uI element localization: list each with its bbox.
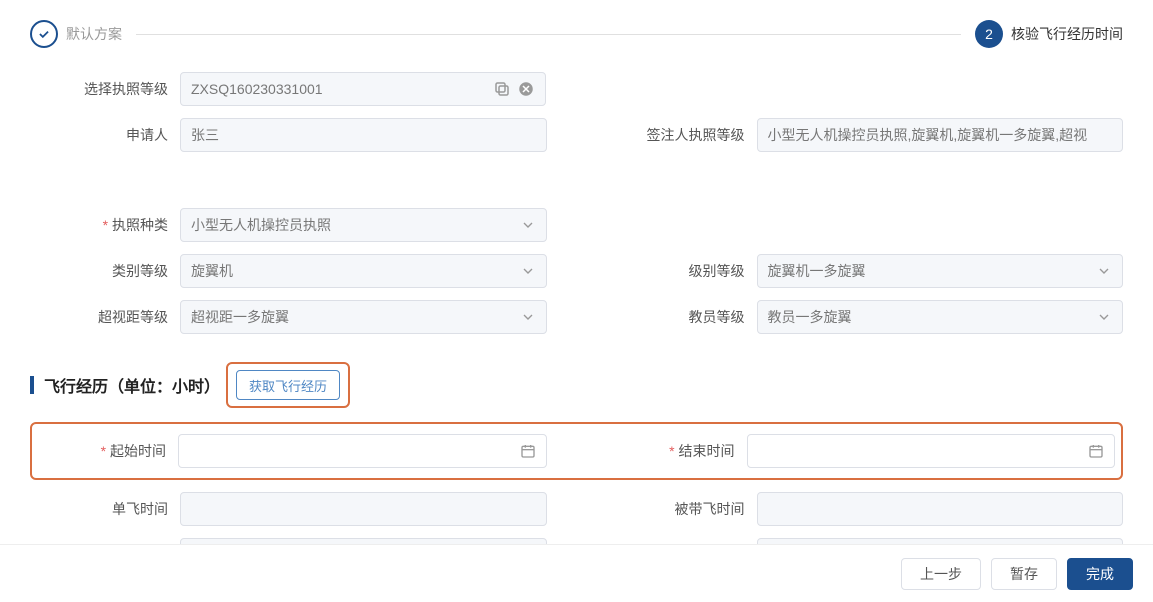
fetch-flight-button[interactable]: 获取飞行经历 <box>236 370 340 400</box>
calendar-icon <box>1088 443 1104 459</box>
led-input <box>757 492 1124 526</box>
flight-section-title: 飞行经历（单位：小时） <box>44 373 220 397</box>
instructor-label: 教员等级 <box>607 307 757 327</box>
category-label: 类别等级 <box>30 261 180 281</box>
license-level-label: 选择执照等级 <box>30 79 180 99</box>
save-draft-button[interactable]: 暂存 <box>991 558 1057 590</box>
category-select[interactable]: 旋翼机 <box>180 254 547 288</box>
finish-button[interactable]: 完成 <box>1067 558 1133 590</box>
step-1-label: 默认方案 <box>66 24 122 44</box>
license-type-select[interactable]: 小型无人机操控员执照 <box>180 208 547 242</box>
bvlos-select[interactable]: 超视距一多旋翼 <box>180 300 547 334</box>
endorser-level-input: 小型无人机操控员执照,旋翼机,旋翼机一多旋翼,超视 <box>757 118 1124 152</box>
bvlos-label: 超视距等级 <box>30 307 180 327</box>
step-2: 2 核验飞行经历时间 <box>975 20 1123 48</box>
check-icon <box>30 20 58 48</box>
class-label: 级别等级 <box>607 261 757 281</box>
endorser-level-label: 签注人执照等级 <box>607 125 757 145</box>
license-type-label: 执照种类 <box>30 215 180 235</box>
fetch-highlight-box: 获取飞行经历 <box>226 362 350 408</box>
step-2-label: 核验飞行经历时间 <box>1011 24 1123 44</box>
instructor-select[interactable]: 教员一多旋翼 <box>757 300 1124 334</box>
step-2-number: 2 <box>975 20 1003 48</box>
class-select[interactable]: 旋翼机一多旋翼 <box>757 254 1124 288</box>
clear-icon[interactable] <box>517 80 535 98</box>
calendar-icon <box>520 443 536 459</box>
end-time-input[interactable] <box>747 434 1116 468</box>
copy-icon[interactable] <box>493 80 511 98</box>
chevron-down-icon <box>1096 309 1112 325</box>
chevron-down-icon <box>1096 263 1112 279</box>
chevron-down-icon <box>520 217 536 233</box>
applicant-label: 申请人 <box>30 125 180 145</box>
section-bar-icon <box>30 376 34 394</box>
end-time-label: 结束时间 <box>607 441 747 461</box>
license-level-input[interactable]: ZXSQ160230331001 <box>180 72 546 106</box>
footer-actions: 上一步 暂存 完成 <box>0 544 1153 602</box>
solo-input <box>180 492 547 526</box>
step-indicator: 默认方案 2 核验飞行经历时间 <box>0 0 1153 72</box>
flight-section-header: 飞行经历（单位：小时） 获取飞行经历 <box>30 362 1123 408</box>
step-divider <box>136 34 961 35</box>
led-label: 被带飞时间 <box>607 499 757 519</box>
chevron-down-icon <box>520 263 536 279</box>
solo-label: 单飞时间 <box>30 499 180 519</box>
form-content[interactable]: 选择执照等级 ZXSQ160230331001 申请人 张三 签注人执照等级 <box>0 72 1153 552</box>
step-1: 默认方案 <box>30 20 122 48</box>
start-time-input[interactable] <box>178 434 547 468</box>
prev-button[interactable]: 上一步 <box>901 558 981 590</box>
applicant-input: 张三 <box>180 118 547 152</box>
time-range-highlight: 起始时间 结束时间 <box>30 422 1123 480</box>
chevron-down-icon <box>520 309 536 325</box>
start-time-label: 起始时间 <box>38 441 178 461</box>
